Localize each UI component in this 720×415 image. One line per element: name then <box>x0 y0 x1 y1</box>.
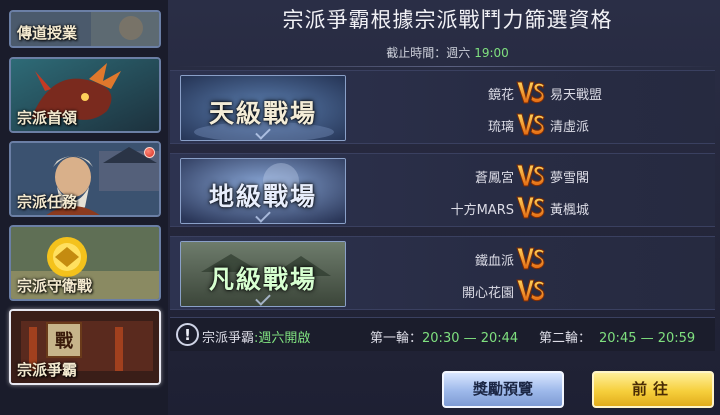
round-2: 第二輪： 20:45 — 20:59 <box>539 327 695 346</box>
sidebar-item-label: 傳道授業 <box>17 24 78 42</box>
round-1-label: 第一輪： <box>370 331 423 346</box>
vs-icon <box>516 194 546 222</box>
round-1: 第一輪：20:30 — 20:44 <box>370 327 518 346</box>
vs-icon <box>516 277 546 305</box>
match-team-right: 夢雪閣 <box>550 171 590 186</box>
match-row: 琉璃 清虛派 <box>346 110 686 140</box>
vs-icon <box>516 245 546 273</box>
match-team-right: 清虛派 <box>550 120 590 135</box>
match-team-left: 十方MARS <box>450 203 514 218</box>
round-1-time: 20:30 — 20:44 <box>422 331 519 346</box>
sidebar-item-label: 宗派守衛戰 <box>17 277 93 295</box>
arena-heaven: 天級戰場 鏡花 易天戰盟 琉璃 清虛派 <box>170 70 715 144</box>
round-2-time: 20:45 — 20:59 <box>599 331 696 346</box>
round-2-label: 第二輪： <box>539 331 592 346</box>
go-button[interactable]: 前往 <box>592 371 714 408</box>
vs-icon <box>516 162 546 190</box>
deadline-time: 19:00 <box>474 46 509 60</box>
sidebar-item-guard-battle[interactable]: 宗派守衛戰 <box>9 225 161 301</box>
match-team-left: 琉璃 <box>487 120 514 135</box>
arena-earth: 地級戰場 蒼鳳宮 夢雪閣 十方MARS 黃楓城 <box>170 153 715 227</box>
arena-banner: 天級戰場 <box>180 75 346 141</box>
sidebar-item-hegemony[interactable]: 戰 宗派爭霸 <box>9 309 161 385</box>
page-title: 宗派爭霸根據宗派戰鬥力篩選資格 <box>282 8 613 32</box>
match-team-left: 鐵血派 <box>474 254 514 269</box>
sidebar-item-missions[interactable]: 宗派任務 <box>9 141 161 217</box>
sidebar-item-label: 宗派爭霸 <box>17 361 78 379</box>
notification-dot <box>144 147 155 158</box>
match-team-left: 蒼鳳宮 <box>474 171 514 186</box>
match-team-right: 黃楓城 <box>550 203 590 218</box>
event-label: 宗派爭霸 <box>202 331 255 346</box>
hegemony-plaque-text: 戰 <box>55 331 73 352</box>
sidebar-item-teaching[interactable]: 傳道授業 <box>9 10 161 48</box>
divider <box>175 66 720 67</box>
vs-icon <box>516 111 546 139</box>
open-day: :週六開啟 <box>254 331 311 346</box>
match-row: 開心花園 <box>346 276 686 306</box>
open-day-text: 宗派爭霸:週六開啟 <box>202 327 310 346</box>
exclamation-icon[interactable]: ! <box>176 323 199 346</box>
match-row: 十方MARS 黃楓城 <box>346 193 686 223</box>
reward-preview-button[interactable]: 獎勵預覽 <box>442 371 564 408</box>
match-row: 鏡花 易天戰盟 <box>346 78 686 108</box>
arena-banner: 凡級戰場 <box>180 241 346 307</box>
deadline-label: 截止時間：週六 <box>386 46 471 60</box>
vs-icon <box>516 79 546 107</box>
match-team-right: 易天戰盟 <box>550 88 603 103</box>
sidebar-item-label: 宗派首領 <box>17 109 78 127</box>
sidebar-item-leader[interactable]: 宗派首領 <box>9 57 161 133</box>
match-row: 蒼鳳宮 夢雪閣 <box>346 161 686 191</box>
deadline: 截止時間：週六 19:00 <box>175 44 720 61</box>
sidebar-item-label: 宗派任務 <box>17 193 78 211</box>
arena-banner: 地級戰場 <box>180 158 346 224</box>
match-team-left: 開心花園 <box>461 286 514 301</box>
arena-mortal: 凡級戰場 鐵血派 開心花園 <box>170 236 715 310</box>
match-row: 鐵血派 <box>346 244 686 274</box>
schedule-bar: ! 宗派爭霸:週六開啟 第一輪：20:30 — 20:44 第二輪： 20:45 … <box>170 317 715 351</box>
match-team-left: 鏡花 <box>487 88 514 103</box>
sidebar: 傳道授業 宗派首領 宗派任務 宗派守衛戰 戰 宗派爭霸 <box>0 0 168 415</box>
